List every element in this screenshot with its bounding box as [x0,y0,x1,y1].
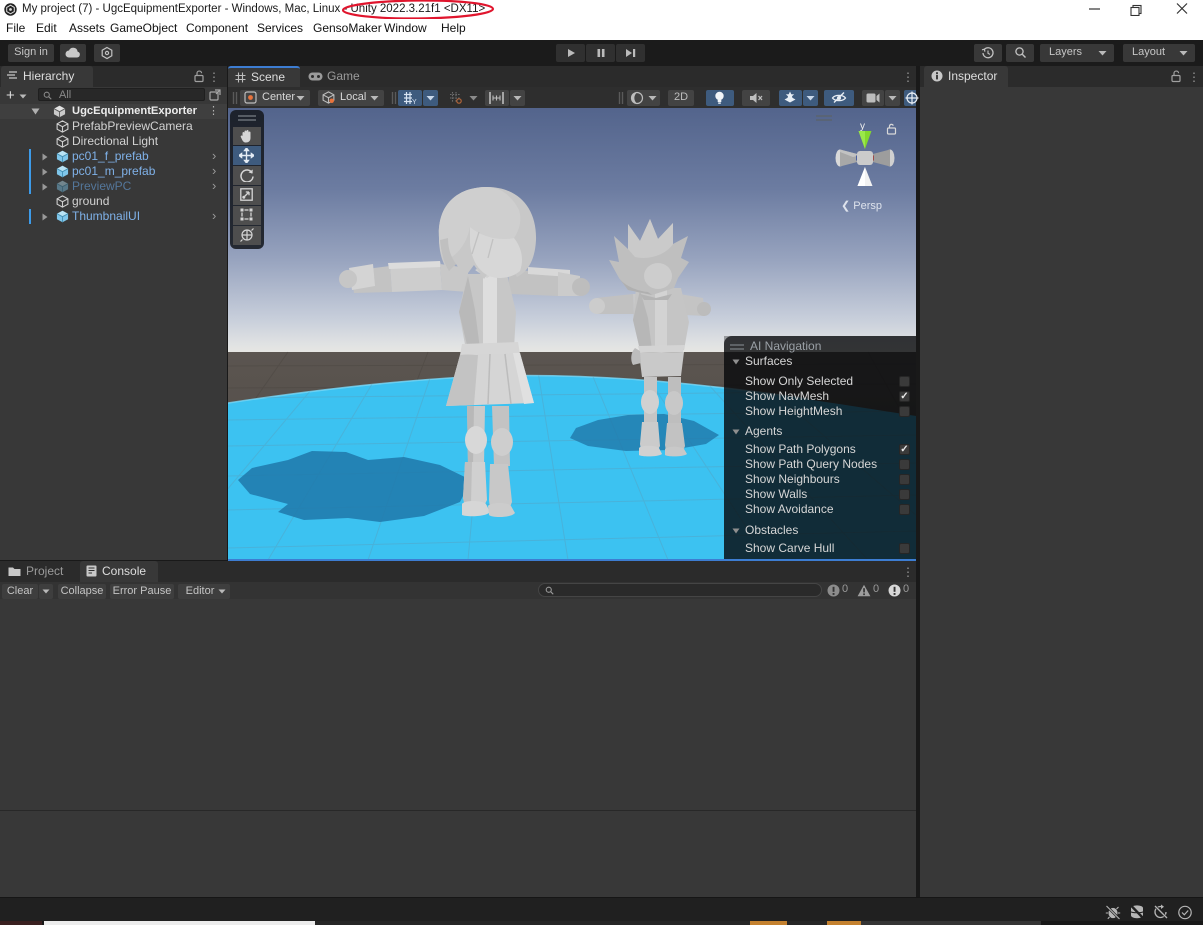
svg-text:❮ Persp: ❮ Persp [841,200,882,212]
svg-text:Y: Y [412,99,417,105]
svg-text:y: y [860,121,865,132]
